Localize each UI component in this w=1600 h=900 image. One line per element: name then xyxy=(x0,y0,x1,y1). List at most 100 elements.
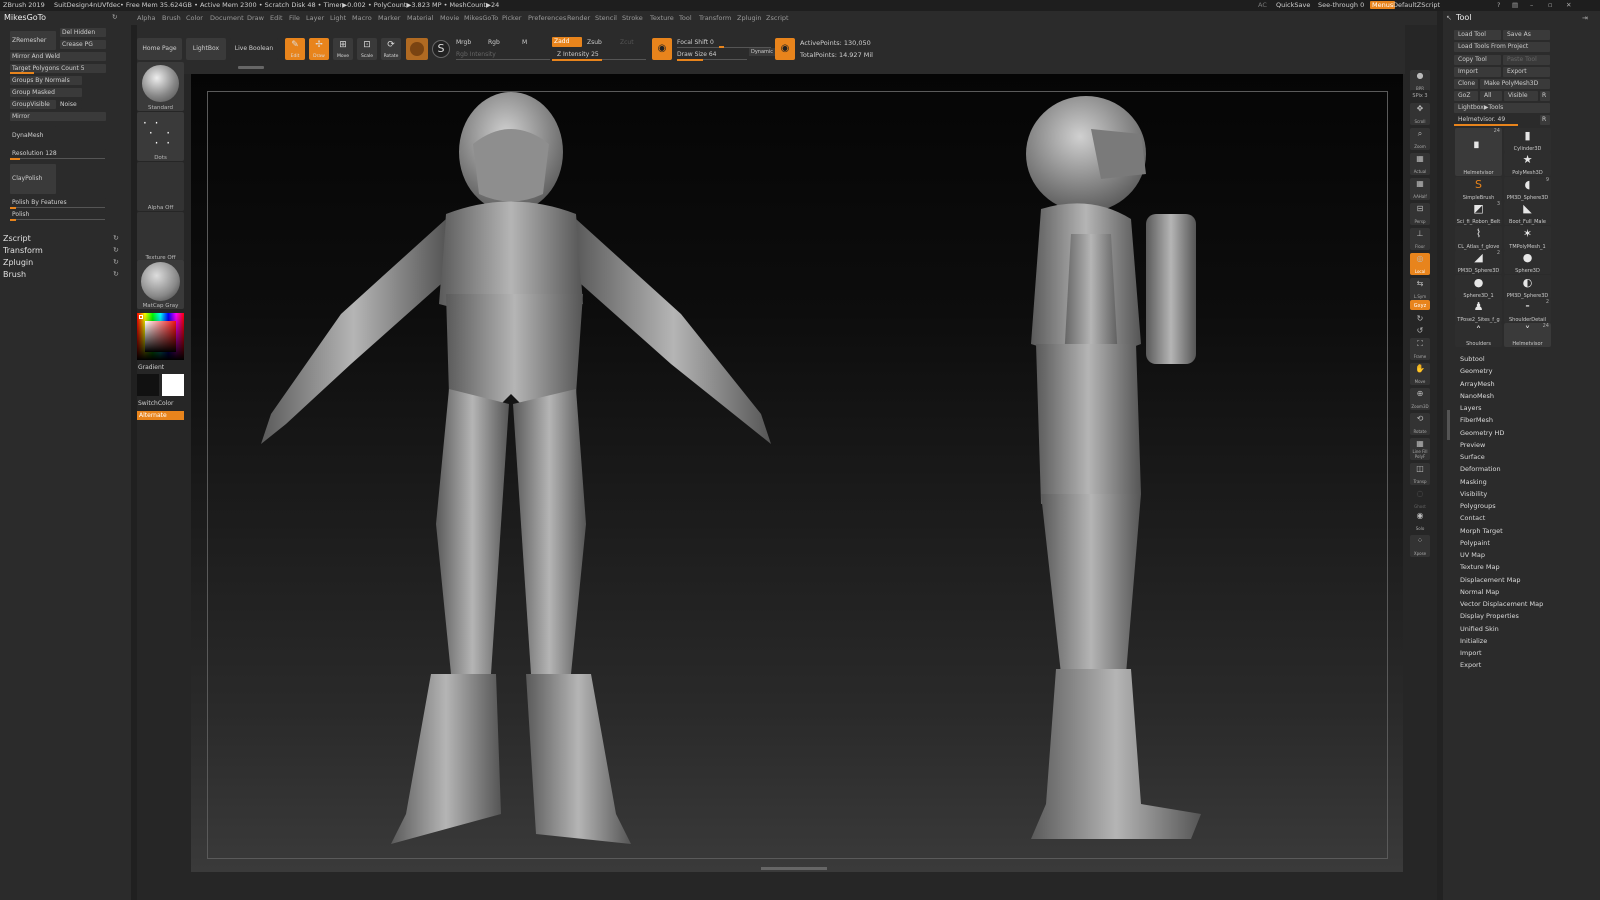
subpalette-fibermesh[interactable]: FiberMesh xyxy=(1460,416,1493,424)
menu-stencil[interactable]: Stencil xyxy=(595,14,617,22)
material-swatch[interactable] xyxy=(406,38,428,60)
menu-brush[interactable]: Brush xyxy=(162,14,181,22)
mirror-weld-button[interactable]: Mirror And Weld xyxy=(10,52,106,61)
menu-zscript[interactable]: Zscript xyxy=(766,14,789,22)
xpose-button[interactable]: ⁘ Xpose xyxy=(1410,535,1430,557)
subpalette-export[interactable]: Export xyxy=(1460,661,1481,669)
tool-thumb-pm3d-sphere3d[interactable]: ◖ 9 PM3D_Sphere3D xyxy=(1504,177,1551,201)
lightbox-button[interactable]: LightBox xyxy=(186,38,226,60)
palette-expand-icon[interactable]: ↖ xyxy=(1446,14,1452,22)
texture-off[interactable]: Texture Off xyxy=(137,212,184,261)
subpalette-morph-target[interactable]: Morph Target xyxy=(1460,527,1503,535)
color-picker-square[interactable] xyxy=(145,321,176,352)
menu-mikesgoto[interactable]: MikesGoTo xyxy=(464,14,498,22)
menu-document[interactable]: Document xyxy=(210,14,244,22)
mirror-button[interactable]: Mirror xyxy=(10,112,106,121)
copy-tool-button[interactable]: Copy Tool xyxy=(1454,55,1501,65)
menu-material[interactable]: Material xyxy=(407,14,433,22)
menus-toggle[interactable]: Menus xyxy=(1370,1,1396,9)
aahalf-button[interactable]: ▦ AAHalf xyxy=(1410,178,1430,200)
subpalette-polypaint[interactable]: Polypaint xyxy=(1460,539,1490,547)
focal-shift-slider[interactable]: Focal Shift 0 xyxy=(677,39,714,46)
menu-color[interactable]: Color xyxy=(186,14,203,22)
zadd-button[interactable]: Zadd xyxy=(552,37,582,47)
zsub-button[interactable]: Zsub xyxy=(587,39,602,46)
polish-by-features-slider[interactable]: Polish By Features xyxy=(10,198,106,207)
spix-slider[interactable]: SPix 3 xyxy=(1410,90,1430,100)
points-icon[interactable]: ◉ xyxy=(775,38,795,60)
alpha-off[interactable]: Alpha Off xyxy=(137,162,184,211)
export-button[interactable]: Export xyxy=(1503,67,1550,77)
subpalette-import[interactable]: Import xyxy=(1460,649,1482,657)
dynamesh-button[interactable]: DynaMesh xyxy=(10,126,56,146)
save-as-button[interactable]: Save As xyxy=(1503,30,1550,40)
load-tools-from-project-button[interactable]: Load Tools From Project xyxy=(1454,42,1550,52)
menu-alpha[interactable]: Alpha xyxy=(137,14,155,22)
rgb-button[interactable]: Rgb xyxy=(488,39,500,46)
menu-tool[interactable]: Tool xyxy=(679,14,692,22)
tool-thumb-helmetvisor-2[interactable]: ˅ 24 Helmetvisor xyxy=(1504,323,1551,347)
subpalette-initialize[interactable]: Initialize xyxy=(1460,637,1487,645)
dynamic-button[interactable]: Dynamic xyxy=(749,48,776,56)
rotate-z-icon[interactable]: ↺ xyxy=(1410,325,1430,335)
import-button[interactable]: Import xyxy=(1454,67,1501,77)
subpalette-display-properties[interactable]: Display Properties xyxy=(1460,612,1519,620)
minimize-icon[interactable]: – xyxy=(1530,1,1533,9)
subpalette-visibility[interactable]: Visibility xyxy=(1460,490,1487,498)
home-page-button[interactable]: Home Page xyxy=(137,38,182,60)
quicksave-button[interactable]: QuickSave xyxy=(1276,1,1310,9)
zremesher-button[interactable]: ZRemesher xyxy=(10,31,56,50)
palette-refresh-icon[interactable]: ↻ xyxy=(112,13,117,21)
groups-by-normals-button[interactable]: Groups By Normals xyxy=(10,76,82,85)
tool-thumb-cylinder3d[interactable]: ▮ Cylinder3D xyxy=(1504,128,1551,152)
gxyz-button[interactable]: Gxyz xyxy=(1410,300,1430,310)
ghost-button[interactable]: ◌ Ghost xyxy=(1410,488,1430,510)
menu-zplugin-palette[interactable]: Zplugin ↻ xyxy=(3,258,119,267)
focal-shift-icon[interactable]: ◉ xyxy=(652,38,672,60)
subpalette-normal-map[interactable]: Normal Map xyxy=(1460,588,1499,596)
frame-button[interactable]: ⛶ Frame xyxy=(1410,338,1430,360)
draw-button[interactable]: ✢ Draw xyxy=(309,38,329,60)
subpalette-polygroups[interactable]: Polygroups xyxy=(1460,502,1496,510)
tool-thumb-boot[interactable]: ◣ Boot_Full_Male xyxy=(1504,201,1551,225)
lightbox-tools-button[interactable]: Lightbox▶Tools xyxy=(1454,103,1550,113)
zcut-button[interactable]: Zcut xyxy=(620,39,634,46)
menu-render[interactable]: Render xyxy=(567,14,590,22)
menu-draw[interactable]: Draw xyxy=(247,14,264,22)
menu-edit[interactable]: Edit xyxy=(270,14,283,22)
tool-thumb-shoulders[interactable]: ˄ Shoulders xyxy=(1455,323,1502,347)
paste-tool-button[interactable]: Paste Tool xyxy=(1503,55,1550,65)
goz-button[interactable]: GoZ xyxy=(1454,91,1478,101)
rotate-view-button[interactable]: ⟲ Rotate xyxy=(1410,413,1430,435)
help-icon[interactable]: ? xyxy=(1497,1,1500,9)
scroll-button[interactable]: ✥ Scroll xyxy=(1410,103,1430,125)
z-intensity-slider[interactable]: Z Intensity 25 xyxy=(557,51,599,58)
goz-r-button[interactable]: R xyxy=(1540,91,1550,101)
ac-label[interactable]: AC xyxy=(1258,1,1267,9)
mrgb-button[interactable]: Mrgb xyxy=(456,39,471,46)
solo-button[interactable]: ◉ Solo xyxy=(1410,510,1430,532)
goz-all-button[interactable]: All xyxy=(1480,91,1502,101)
menu-texture[interactable]: Texture xyxy=(650,14,674,22)
default-zscript[interactable]: DefaultZScript xyxy=(1393,1,1440,9)
subpalette-contact[interactable]: Contact xyxy=(1460,514,1485,522)
subpalette-surface[interactable]: Surface xyxy=(1460,453,1485,461)
persp-button[interactable]: ⊟ Persp xyxy=(1410,203,1430,225)
menu-movie[interactable]: Movie xyxy=(440,14,459,22)
claypolish-button[interactable]: ClayPolish xyxy=(10,164,56,194)
m-button[interactable]: M xyxy=(522,39,527,46)
tool-thumb-sphere3d[interactable]: ● Sphere3D xyxy=(1504,250,1551,274)
rgb-intensity-slider[interactable]: Rgb Intensity xyxy=(456,51,496,58)
del-hidden-button[interactable]: Del Hidden xyxy=(60,28,106,37)
rotate-button[interactable]: ⟳ Rotate xyxy=(381,38,401,60)
tool-thumb-pm3d-sphere3d-3[interactable]: ◐ PM3D_Sphere3D xyxy=(1504,275,1551,299)
draw-size-slider[interactable]: Draw Size 64 xyxy=(677,51,716,58)
tool-thumb-helmetvisor[interactable]: ▘ 24 Helmetvisor xyxy=(1455,128,1502,176)
menu-picker[interactable]: Picker xyxy=(502,14,521,22)
subpalette-subtool[interactable]: Subtool xyxy=(1460,355,1485,363)
subpalette-geometry[interactable]: Geometry xyxy=(1460,367,1492,375)
polyf-button[interactable]: ▦ Line Fill PolyF xyxy=(1410,438,1430,460)
subpalette-displacement-map[interactable]: Displacement Map xyxy=(1460,576,1520,584)
gradient-label[interactable]: Gradient xyxy=(138,364,164,371)
tool-thumb-pm3d-sphere3d-2[interactable]: ◢ 2 PM3D_Sphere3D xyxy=(1455,250,1502,274)
